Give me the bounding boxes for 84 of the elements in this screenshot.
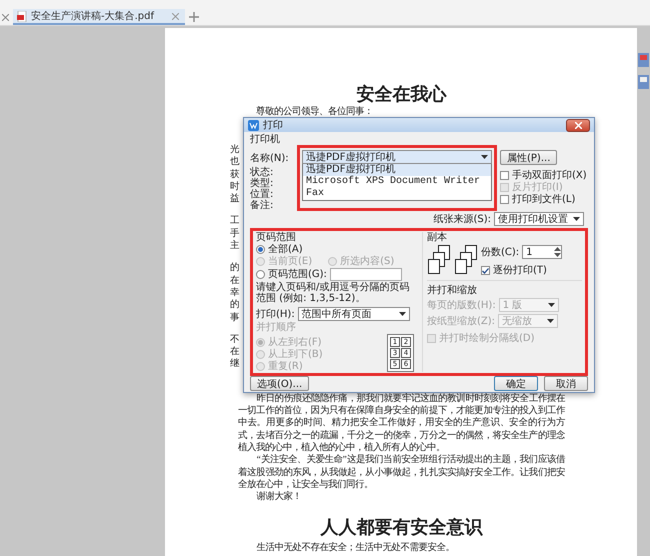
group-label: 页码范围	[256, 232, 297, 243]
field-label: 纸张来源(S):	[433, 214, 491, 224]
copies-spinner[interactable]: 1	[522, 245, 562, 259]
close-button[interactable]	[566, 118, 590, 132]
field-label: 份数(C):	[481, 246, 520, 258]
ok-button[interactable]: 确定	[494, 376, 538, 391]
field-label: 打印(H):	[256, 308, 295, 320]
radio-label: 页码范围(G):	[268, 269, 327, 280]
close-icon[interactable]	[172, 12, 180, 20]
radio-button[interactable]	[256, 245, 265, 254]
text-fragment: 的	[230, 262, 239, 275]
text-fragment: 主	[230, 240, 239, 252]
group-label: 并打顺序	[256, 322, 297, 333]
info-label: 类型:	[250, 178, 274, 189]
body-paragraph: “关注安全、关爱生命”这是我们当前安全班组行活动提出的主题，我们应该借着这股强劲的东风，从我做起，从小事做起，扎扎实实搞好安全工作。让我们把安全放在心中，让安全与我们同行。	[238, 454, 565, 491]
collated-pages-drawing	[454, 245, 478, 275]
dialog-title: 打印	[263, 118, 284, 132]
radio-label: 当前页(E)	[268, 256, 312, 267]
radio-label: 所选内容(S)	[340, 256, 394, 267]
text-fragment: 的	[230, 299, 239, 312]
hint-text: 请键入页码和/或用逗号分隔的页码范围 (例如: 1,3,5-12)。	[256, 282, 410, 304]
field-label: 名称(N):	[250, 153, 290, 164]
spinner-arrows-icon[interactable]	[554, 246, 562, 258]
checkbox-label: 手动双面打印(X)	[512, 170, 587, 181]
checkbox-label: 逐份打印(T)	[493, 265, 547, 276]
document-title: 安全在我心	[356, 84, 448, 106]
cancel-button[interactable]: 取消	[544, 376, 588, 391]
text-fragment: 事	[230, 312, 239, 324]
text-fragment: 益	[230, 193, 239, 206]
close-icon	[574, 122, 582, 128]
text-fragment: 手	[230, 228, 239, 240]
body-paragraph: 生活中无处不存在安全；生活中无处不需要安全。	[256, 542, 456, 554]
text-fragment: 获	[230, 168, 239, 181]
document-tab[interactable]: 安全生产演讲稿-大集合.pdf	[13, 9, 186, 25]
text-fragment: 时	[230, 180, 239, 193]
options-button[interactable]: 选项(O)...	[250, 376, 310, 391]
text-fragment: 工	[230, 215, 239, 228]
radio-button[interactable]	[256, 270, 265, 279]
printer-dropdown[interactable]: 迅捷PDF虚拟打印机	[302, 150, 492, 164]
caret-icon	[573, 217, 580, 221]
caret-icon	[398, 312, 406, 316]
greeting-text: 尊敬的公司领导、各位同事：	[256, 107, 374, 118]
caret-icon	[481, 155, 488, 159]
dropdown-option[interactable]: 迅捷PDF虚拟打印机	[303, 164, 491, 176]
paper-source-dropdown[interactable]: 使用打印机设置	[494, 212, 584, 226]
group-label: 副本	[427, 232, 448, 243]
print-range-dropdown[interactable]: 范围中所有页面	[298, 307, 410, 321]
checkbox-label: 并打时绘制分隔线(D)	[439, 333, 535, 344]
text-fragment: 幸	[230, 286, 239, 300]
text-fragment: 不	[230, 334, 239, 346]
field-label: 每页的版数(H):	[427, 300, 496, 310]
info-label: 位置:	[250, 189, 274, 200]
radio-label: 重复(R)	[268, 361, 303, 372]
text-fragment: 在	[230, 274, 239, 287]
text-fragment: 继	[230, 358, 239, 371]
app-logo-icon	[248, 120, 259, 130]
radio-label: 全部(A)	[268, 244, 303, 255]
radio-label: 从上到下(B)	[268, 349, 323, 360]
checkbox[interactable]	[500, 195, 509, 204]
checkbox-label: 打印到文件(L)	[512, 194, 576, 205]
text-fragment: 光	[230, 144, 239, 156]
checkbox[interactable]	[481, 266, 490, 275]
page-range-field[interactable]	[330, 268, 402, 281]
checkmark-icon	[482, 268, 489, 274]
pdf-file-icon	[17, 10, 27, 22]
caret-icon	[547, 319, 554, 323]
text-fragment: 也	[230, 156, 239, 169]
caret-icon	[548, 303, 555, 307]
group-label: 并打和缩放	[427, 285, 478, 296]
info-label: 状态:	[250, 167, 274, 178]
body-paragraph: 昨日的伤痕还隐隐作痛，那我们就要牢记这血的教训时时刻刻将安全工作摆在一切工作的首位，因为只有在保障自身安全的前提下，才能更加专注的投入到工作中去。用更多的时间、精力把安全工作做好，用安全的生产意识、安全的行为方式，去堵百分之一的疏漏，千分之一的侥幸，万分之一的偶然，将安全生产的理念植入我的心中，植入他的心中，植入所有人的心中。	[238, 392, 565, 454]
sidebar-tool-icon[interactable]	[638, 75, 649, 89]
body-paragraph: 谢谢大家！	[256, 491, 303, 504]
info-label: 备注:	[250, 200, 274, 211]
page-stack-drawing	[427, 245, 451, 275]
section-heading: 人人都要有安全意识	[319, 517, 484, 540]
text-fragment: 在	[230, 346, 239, 358]
checkbox[interactable]	[500, 171, 509, 180]
checkbox-label: 反片打印(I)	[512, 182, 563, 193]
properties-button[interactable]: 属性(P)...	[500, 150, 558, 165]
add-tab-icon[interactable]	[189, 9, 200, 25]
radio-label: 从左到右(F)	[268, 337, 322, 348]
group-label: 打印机	[250, 134, 281, 145]
field-label: 按纸型缩放(Z):	[427, 316, 496, 326]
